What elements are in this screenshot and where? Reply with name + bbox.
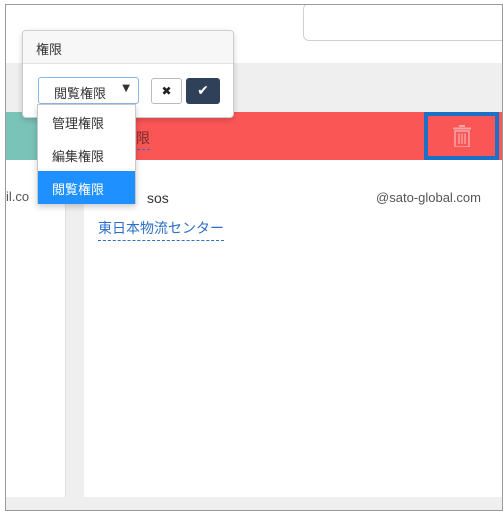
user-email-left: il.co: [6, 189, 30, 204]
cancel-button[interactable]: ✖: [151, 78, 182, 104]
search-input[interactable]: [303, 5, 502, 41]
popover-title: 権限: [23, 31, 233, 64]
close-icon: ✖: [161, 84, 172, 98]
user-card-right: 権限 sos @sato-global.com 東日本物流センター: [84, 112, 502, 497]
dropdown-option-admin[interactable]: 管理権限: [38, 105, 135, 138]
delete-button[interactable]: [424, 112, 499, 160]
user-email: @sato-global.com: [376, 190, 481, 205]
confirm-button[interactable]: ✔: [186, 78, 220, 104]
dropdown-option-edit[interactable]: 編集権限: [38, 138, 135, 171]
role-select-value: 閲覧権限: [54, 87, 107, 102]
card-header-right: 権限: [84, 112, 502, 160]
role-select[interactable]: 閲覧権限 ▼: [38, 77, 139, 104]
role-dropdown-list: 管理権限 編集権限 閲覧権限: [37, 104, 136, 204]
trash-icon: [452, 125, 471, 147]
user-name: sos: [147, 190, 169, 206]
check-icon: ✔: [197, 83, 209, 99]
chevron-down-icon: ▼: [122, 83, 130, 94]
company-link[interactable]: 東日本物流センター: [98, 218, 224, 241]
dropdown-option-view[interactable]: 閲覧権限: [38, 171, 135, 204]
